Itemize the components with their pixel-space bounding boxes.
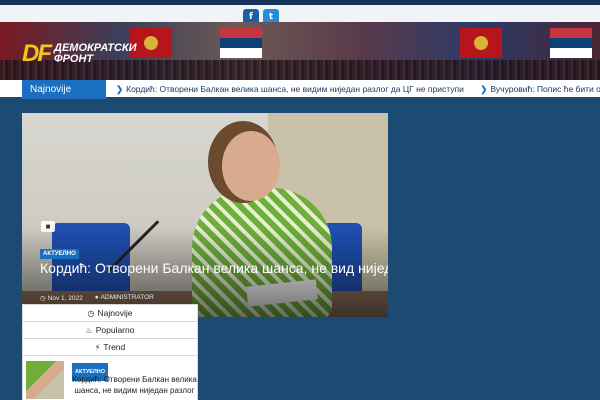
clock-icon: ◷ [87,309,95,318]
category-badge[interactable]: АКТУЕЛНО [40,249,79,259]
article-date: ◷ Nov 1, 2022 [40,295,83,302]
article-meta: ◷ Nov 1, 2022 ● ADMINISTRATOR [40,294,154,302]
clock-icon: ◷ [40,295,46,302]
featured-article[interactable]: ■ АКТУЕЛНО Кордић: Отворени Балкан велик… [22,113,388,317]
bolt-icon: ⚡ [94,343,101,352]
logo-text: ДЕМОКРАТСКИ ФРОНТ [54,43,137,65]
logo-line2: ФРОНТ [54,53,94,65]
tab-popularno[interactable]: ♨ Popularno [23,322,197,339]
user-icon: ● [94,294,99,301]
ticker-label: Najnovije [22,80,106,99]
camera-icon: ■ [41,221,55,232]
article-author[interactable]: ● ADMINISTRATOR [95,294,154,302]
list-item[interactable]: АКТУЕЛНО Кордић: Отворени Балкан велика … [23,356,197,400]
flag-image [460,28,502,58]
tab-najnovije[interactable]: ◷ Najnovije [23,305,197,322]
ticker-item-text: Вучуровић: Попис ће бити одржан [490,84,600,94]
top-bar: f t [0,0,600,25]
site-logo[interactable]: DF ДЕМОКРАТСКИ ФРОНТ [22,40,137,68]
news-ticker: Najnovije ❯ Кордић: Отворени Балкан велик… [0,80,600,99]
ticker-items: ❯ Кордић: Отворени Балкан велика шанса, н… [116,84,600,95]
header-banner: DF ДЕМОКРАТСКИ ФРОНТ [0,22,600,80]
tab-trend[interactable]: ⚡ Trend [23,339,197,356]
flag-image [220,28,262,58]
logo-mark: DF [22,40,52,67]
ticker-item-text: Кордић: Отворени Балкан велика шанса, не… [126,84,464,94]
ticker-item[interactable]: ❯Вучуровић: Попис ће бити одржан [480,84,600,94]
chevron-right-icon: ❯ [116,84,124,94]
post-thumbnail[interactable] [26,361,64,399]
flame-icon: ♨ [85,326,93,335]
flag-image [550,28,592,58]
ticker-item[interactable]: ❯ Кордић: Отворени Балкан велика шанса, н… [116,84,464,94]
article-title[interactable]: Кордић: Отворени Балкан велика шанса, не… [40,259,388,277]
post-title[interactable]: Кордић: Отворени Балкан велика шанса, не… [72,374,197,396]
chevron-right-icon: ❯ [480,84,488,94]
sidebar-tabs: ◷ Najnovije ♨ Popularno ⚡ Trend АКТУЕЛНО Ко… [22,304,198,400]
